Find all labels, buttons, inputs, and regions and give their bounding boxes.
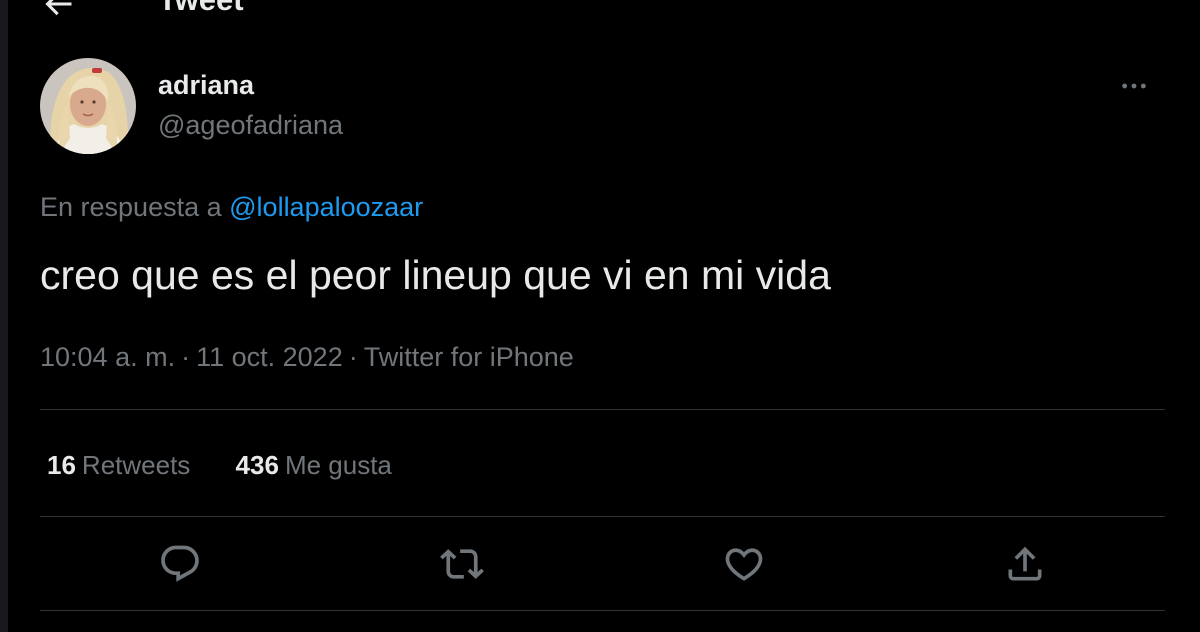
divider <box>40 610 1165 611</box>
reply-to-link[interactable]: @lollapaloozaar <box>229 192 423 222</box>
retweets-label: Retweets <box>81 450 191 480</box>
tweet-source[interactable]: Twitter for iPhone <box>364 342 574 372</box>
retweet-icon[interactable] <box>440 542 484 586</box>
heart-icon[interactable] <box>722 542 766 586</box>
share-icon[interactable] <box>1003 542 1047 586</box>
likes-count: 436 <box>235 450 279 480</box>
divider <box>40 516 1165 517</box>
tweet-metadata: 10:04 a. m. · 11 oct. 2022 · Twitter for iPh… <box>40 342 574 373</box>
likes-stat[interactable]: 436 Me gusta <box>236 450 392 481</box>
separator: · <box>348 342 358 372</box>
separator: · <box>181 342 191 372</box>
header: Tweet <box>0 0 1200 22</box>
tweet-text: creo que es el peor lineup que vi en mi … <box>40 252 831 298</box>
author-handle[interactable]: @ageofadriana <box>158 110 343 141</box>
divider <box>40 409 1165 410</box>
reply-prefix: En respuesta a <box>40 192 222 222</box>
page-title: Tweet <box>158 0 244 22</box>
arrow-left-icon[interactable] <box>40 0 76 22</box>
tweet-time[interactable]: 10:04 a. m. <box>40 342 175 372</box>
tweet-page: Tweet adriana @ageofadriana En respuesta… <box>0 0 1200 632</box>
reply-icon[interactable] <box>158 542 202 586</box>
retweets-stat[interactable]: 16 Retweets <box>47 450 190 481</box>
engagement-stats: 16 Retweets 436 Me gusta <box>47 450 430 481</box>
retweets-count: 16 <box>47 450 76 480</box>
avatar[interactable] <box>40 58 136 154</box>
more-horizontal-icon[interactable] <box>1118 70 1150 102</box>
tweet-date[interactable]: 11 oct. 2022 <box>196 342 343 372</box>
author-display-name[interactable]: adriana <box>158 70 254 101</box>
left-border <box>0 0 8 632</box>
reply-context: En respuesta a @lollapaloozaar <box>40 192 423 223</box>
likes-label: Me gusta <box>284 450 392 480</box>
